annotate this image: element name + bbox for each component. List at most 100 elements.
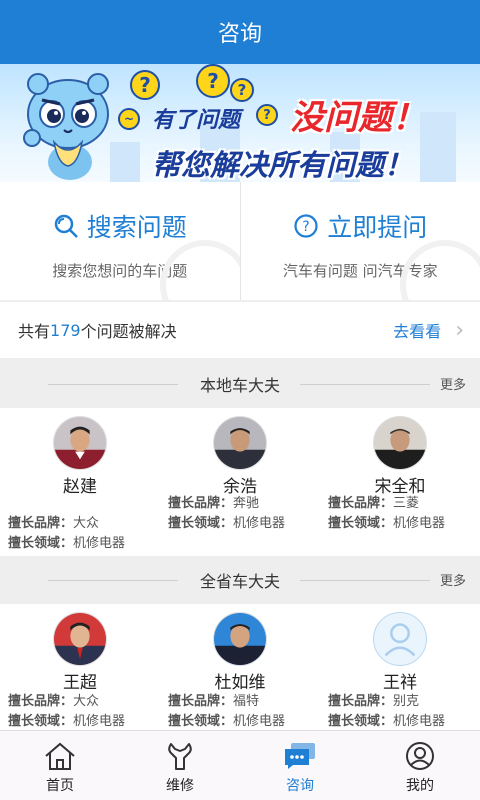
search-icon — [54, 214, 78, 238]
field-value: 机修电器 — [393, 516, 446, 531]
ask-question-title-row: ? 立即提问 — [293, 208, 427, 244]
tab-label: 我的 — [406, 778, 434, 794]
field-label: 擅长领域： — [8, 536, 74, 551]
brand-label: 擅长品牌： — [8, 516, 74, 531]
section-title: 本地车大夫 — [199, 376, 280, 395]
user-placeholder-icon — [384, 623, 416, 657]
solved-count: 179 — [50, 320, 81, 340]
brand-value: 奔驰 — [233, 496, 260, 511]
expert-brand: 擅长品牌：别克 — [328, 690, 419, 709]
brand-value: 三菱 — [393, 496, 420, 511]
question-mark-icon: ? — [256, 104, 278, 126]
brand-value: 大众 — [73, 694, 100, 709]
expert-field: 擅长领域：机修电器 — [328, 710, 445, 729]
home-icon — [45, 742, 75, 770]
page-title: 咨询 — [217, 22, 262, 47]
mascot-illustration — [23, 73, 109, 180]
field-label: 擅长领域： — [168, 714, 234, 729]
ask-question-button[interactable]: ? 立即提问 汽车有问题 问汽车专家 — [239, 182, 480, 300]
field-value: 机修电器 — [393, 714, 446, 729]
tab-consult[interactable]: 咨询 — [240, 731, 360, 800]
expert-field: 擅长领域：机修电器 — [8, 532, 125, 551]
tab-mine[interactable]: 我的 — [360, 731, 480, 800]
divider — [300, 580, 430, 581]
expert-name: 赵建 — [63, 477, 97, 497]
expert-brand: 擅长品牌：三菱 — [328, 492, 419, 511]
promo-banner[interactable]: ? ? ? ~ ? 有了问题 没问题！ 帮您解决所有问题！ — [0, 64, 480, 182]
expert-list-local: 赵建 擅长品牌：大众 擅长领域：机修电器 余浩 擅长品牌：奔驰 擅长领域：机修电… — [0, 408, 480, 556]
watermark-decoration — [400, 240, 480, 300]
search-question-label: 搜索问题 — [86, 213, 187, 242]
avatar-placeholder — [373, 612, 427, 666]
expert-card[interactable]: 赵建 擅长品牌：大众 擅长领域：机修电器 — [0, 408, 160, 556]
ask-question-label: 立即提问 — [327, 213, 428, 242]
more-link[interactable]: 更多 — [440, 570, 466, 589]
tab-repair[interactable]: 维修 — [120, 731, 240, 800]
brand-label: 擅长品牌： — [328, 694, 394, 709]
expert-field: 擅长领域：机修电器 — [168, 710, 285, 729]
user-icon — [406, 742, 434, 770]
search-question-button[interactable]: 搜索问题 搜索您想问的车问题 — [0, 182, 240, 300]
expert-brand: 擅长品牌：大众 — [8, 512, 99, 531]
question-mark-icon: ~ — [118, 108, 140, 130]
divider — [48, 580, 178, 581]
banner-line1-highlight: 没问题！ — [290, 98, 426, 138]
field-value: 机修电器 — [233, 516, 286, 531]
more-link[interactable]: 更多 — [440, 374, 466, 393]
field-value: 机修电器 — [73, 536, 126, 551]
section-header-province: 全省车大夫 更多 — [0, 556, 480, 604]
solved-prefix: 共有 — [18, 322, 51, 341]
brand-label: 擅长品牌： — [168, 694, 234, 709]
app-header: 咨询 — [0, 0, 480, 64]
banner-line2: 帮您解决所有问题！ — [152, 148, 414, 182]
bottom-tab-bar: 首页 维修 咨询 我的 — [0, 730, 480, 800]
field-value: 机修电器 — [73, 714, 126, 729]
question-icon: ? — [294, 214, 318, 238]
chat-icon — [285, 743, 315, 769]
question-mark-icon: ? — [230, 78, 254, 102]
brand-value: 福特 — [233, 694, 260, 709]
avatar — [213, 612, 267, 666]
section-header-local: 本地车大夫 更多 — [0, 360, 480, 408]
avatar — [53, 612, 107, 666]
view-solved-label: 去看看 — [393, 322, 442, 341]
section-title: 全省车大夫 — [199, 572, 280, 591]
expert-card[interactable]: 余浩 擅长品牌：奔驰 擅长领域：机修电器 — [160, 408, 320, 556]
solved-count-row[interactable]: 共有 179 个问题被解决 去看看 › — [0, 302, 480, 358]
field-label: 擅长领域： — [168, 516, 234, 531]
wrench-icon — [168, 743, 192, 770]
avatar — [373, 416, 427, 470]
question-mark-icon: ? — [196, 64, 230, 98]
action-panel: 搜索问题 搜索您想问的车问题 ? 立即提问 汽车有问题 问汽车专家 — [0, 182, 480, 300]
expert-brand: 擅长品牌：大众 — [8, 690, 99, 709]
brand-value: 别克 — [393, 694, 420, 709]
avatar — [53, 416, 107, 470]
field-value: 机修电器 — [233, 714, 286, 729]
expert-brand: 擅长品牌：奔驰 — [168, 492, 259, 511]
banner-line1: 有了问题 — [152, 108, 241, 133]
expert-field: 擅长领域：机修电器 — [8, 710, 125, 729]
avatar — [213, 416, 267, 470]
tab-label: 维修 — [166, 778, 194, 794]
expert-brand: 擅长品牌：福特 — [168, 690, 259, 709]
brand-label: 擅长品牌： — [8, 694, 74, 709]
brand-label: 擅长品牌： — [328, 496, 394, 511]
field-label: 擅长领域： — [8, 714, 74, 729]
brand-value: 大众 — [73, 516, 100, 531]
field-label: 擅长领域： — [328, 714, 394, 729]
question-mark-icon: ? — [130, 70, 160, 100]
divider — [300, 384, 430, 385]
divider — [48, 384, 178, 385]
tab-home[interactable]: 首页 — [0, 731, 120, 800]
expert-field: 擅长领域：机修电器 — [328, 512, 445, 531]
chevron-right-icon: › — [455, 317, 464, 343]
search-question-title-row: 搜索问题 — [53, 208, 187, 244]
svg-text:?: ? — [303, 219, 310, 235]
expert-card[interactable]: 宋全和 擅长品牌：三菱 擅长领域：机修电器 — [320, 408, 480, 556]
view-solved-link[interactable]: 去看看 › — [393, 318, 464, 343]
watermark-decoration — [159, 240, 240, 300]
tab-label: 首页 — [46, 778, 74, 794]
brand-label: 擅长品牌： — [168, 496, 234, 511]
solved-suffix: 个问题被解决 — [80, 322, 177, 341]
tab-label: 咨询 — [286, 778, 314, 794]
